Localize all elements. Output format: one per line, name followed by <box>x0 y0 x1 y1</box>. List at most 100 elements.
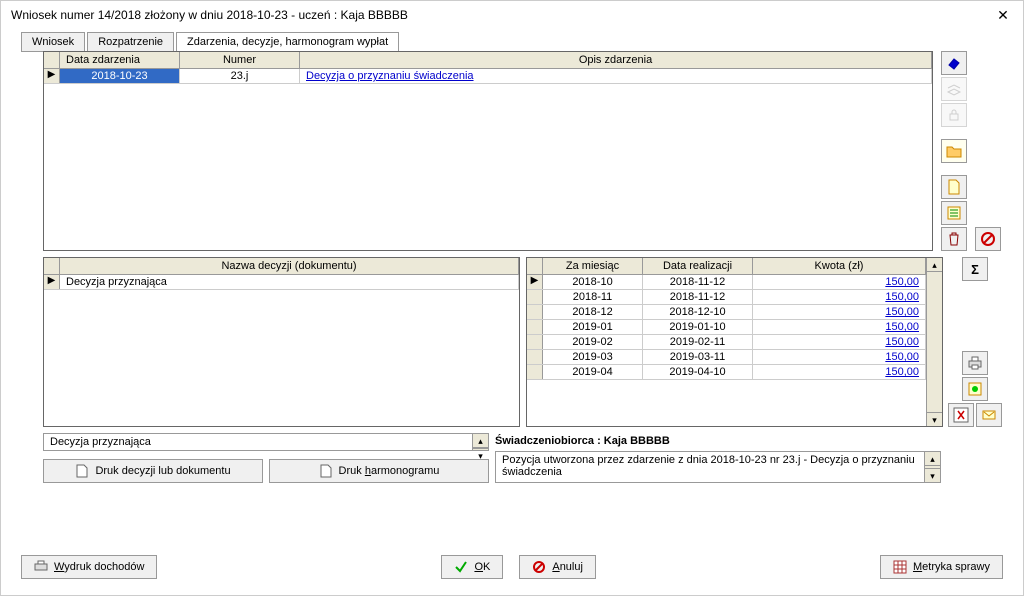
decision-row[interactable]: ▶ Decyzja przyznająca <box>44 275 519 290</box>
decisions-grid[interactable]: Nazwa decyzji (dokumentu) ▶ Decyzja przy… <box>43 257 520 427</box>
schedule-amount[interactable]: 150,00 <box>753 290 926 304</box>
schedule-grid[interactable]: Za miesiąc Data realizacji Kwota (zł) ▶2… <box>526 257 943 427</box>
lock-icon <box>941 103 967 127</box>
document-icon <box>319 464 333 478</box>
print-decision-button[interactable]: Druk decyzji lub dokumentu <box>43 459 263 483</box>
case-metric-button[interactable]: Metryka sprawy <box>880 555 1003 579</box>
delete-icon[interactable] <box>941 227 967 251</box>
schedule-row[interactable]: 2019-042019-04-10150,00 <box>527 365 926 380</box>
position-description-box[interactable]: Pozycja utworzona przez zdarzenie z dnia… <box>495 451 941 483</box>
schedule-amount[interactable]: 150,00 <box>753 365 926 379</box>
scroll-up-icon[interactable]: ▴ <box>473 434 488 448</box>
close-button[interactable]: ✕ <box>993 5 1013 25</box>
forbidden-icon <box>532 560 546 574</box>
schedule-toolbar: Σ <box>947 257 1003 427</box>
new-page-icon[interactable] <box>941 175 967 199</box>
event-desc-link[interactable]: Decyzja o przyznaniu świadczenia <box>300 69 932 83</box>
schedule-amount[interactable]: 150,00 <box>753 275 926 289</box>
footer-buttons: Wydruk dochodów OK Anuluj Metryka sprawy <box>1 547 1023 595</box>
printer-icon <box>34 560 48 574</box>
schedule-date: 2019-02-11 <box>643 335 753 349</box>
eraser-icon[interactable] <box>941 51 967 75</box>
export-icon[interactable] <box>962 377 988 401</box>
schedule-date: 2019-03-11 <box>643 350 753 364</box>
scroll-up-icon[interactable]: ▴ <box>925 452 940 466</box>
schedule-amount[interactable]: 150,00 <box>753 350 926 364</box>
events-toolbar-col2 <box>973 51 1003 251</box>
excel-icon[interactable] <box>948 403 974 427</box>
col-nazwa-decyzji[interactable]: Nazwa decyzji (dokumentu) <box>60 258 519 274</box>
events-grid[interactable]: Data zdarzenia Numer Opis zdarzenia ▶ 20… <box>43 51 933 251</box>
send-icon[interactable] <box>976 403 1002 427</box>
row-indicator-icon <box>527 320 543 334</box>
grid-icon <box>893 560 907 574</box>
col-za-miesiac[interactable]: Za miesiąc <box>543 258 643 274</box>
ok-button[interactable]: OK <box>441 555 503 579</box>
schedule-scrollbar[interactable]: ▴ ▾ <box>926 258 942 426</box>
schedule-month: 2019-03 <box>543 350 643 364</box>
application-window: Wniosek numer 14/2018 złożony w dniu 201… <box>0 0 1024 596</box>
textbox-scrollbar[interactable]: ▴ ▾ <box>472 434 488 450</box>
window-title: Wniosek numer 14/2018 złożony w dniu 201… <box>11 8 408 22</box>
schedule-date: 2018-11-12 <box>643 275 753 289</box>
schedule-row[interactable]: 2019-012019-01-10150,00 <box>527 320 926 335</box>
col-data-zdarzenia[interactable]: Data zdarzenia <box>60 52 180 68</box>
beneficiary-label: Świadczeniobiorca : Kaja BBBBB <box>495 433 941 449</box>
scroll-down-icon[interactable]: ▾ <box>473 448 488 462</box>
stack-icon <box>941 77 967 101</box>
scroll-down-icon[interactable]: ▾ <box>927 412 942 426</box>
tab-bar: Wniosek Rozpatrzenie Zdarzenia, decyzje,… <box>1 29 1023 51</box>
forbidden-icon[interactable] <box>975 227 1001 251</box>
row-indicator-icon <box>527 290 543 304</box>
schedule-month: 2018-12 <box>543 305 643 319</box>
row-indicator-icon: ▶ <box>527 275 543 289</box>
schedule-row[interactable]: 2019-022019-02-11150,00 <box>527 335 926 350</box>
tab-rozpatrzenie[interactable]: Rozpatrzenie <box>87 32 174 52</box>
col-kwota[interactable]: Kwota (zł) <box>753 258 926 274</box>
print-schedule-button[interactable]: Druk harmonogramu <box>269 459 489 483</box>
schedule-row[interactable]: ▶2018-102018-11-12150,00 <box>527 275 926 290</box>
schedule-month: 2019-01 <box>543 320 643 334</box>
schedule-amount[interactable]: 150,00 <box>753 320 926 334</box>
col-data-realizacji[interactable]: Data realizacji <box>643 258 753 274</box>
row-indicator-icon <box>527 365 543 379</box>
col-opis[interactable]: Opis zdarzenia <box>300 52 932 68</box>
row-indicator-icon <box>527 350 543 364</box>
schedule-date: 2019-01-10 <box>643 320 753 334</box>
row-indicator-icon <box>527 305 543 319</box>
folder-icon[interactable] <box>941 139 967 163</box>
event-number: 23.j <box>180 69 300 83</box>
row-indicator-icon: ▶ <box>44 69 60 83</box>
schedule-amount[interactable]: 150,00 <box>753 305 926 319</box>
schedule-date: 2019-04-10 <box>643 365 753 379</box>
tab-zdarzenia[interactable]: Zdarzenia, decyzje, harmonogram wypłat <box>176 32 399 52</box>
schedule-month: 2018-10 <box>543 275 643 289</box>
scroll-down-icon[interactable]: ▾ <box>925 468 940 482</box>
decision-description-text: Decyzja przyznająca <box>50 436 151 448</box>
decision-name: Decyzja przyznająca <box>60 275 519 289</box>
schedule-month: 2019-04 <box>543 365 643 379</box>
schedule-month: 2018-11 <box>543 290 643 304</box>
scroll-up-icon[interactable]: ▴ <box>927 258 942 272</box>
schedule-row[interactable]: 2018-112018-11-12150,00 <box>527 290 926 305</box>
content-area: Data zdarzenia Numer Opis zdarzenia ▶ 20… <box>21 51 1003 537</box>
schedule-row[interactable]: 2019-032019-03-11150,00 <box>527 350 926 365</box>
position-description-text: Pozycja utworzona przez zdarzenie z dnia… <box>502 454 915 478</box>
events-toolbar <box>939 51 969 251</box>
document-icon <box>75 464 89 478</box>
printer-icon[interactable] <box>962 351 988 375</box>
tab-wniosek[interactable]: Wniosek <box>21 32 85 52</box>
col-numer[interactable]: Numer <box>180 52 300 68</box>
check-icon <box>454 560 468 574</box>
schedule-row[interactable]: 2018-122018-12-10150,00 <box>527 305 926 320</box>
event-row[interactable]: ▶ 2018-10-23 23.j Decyzja o przyznaniu ś… <box>44 69 932 84</box>
schedule-date: 2018-12-10 <box>643 305 753 319</box>
row-indicator-icon <box>527 335 543 349</box>
cancel-button[interactable]: Anuluj <box>519 555 596 579</box>
decision-description-box[interactable]: Decyzja przyznająca ▴ ▾ <box>43 433 489 451</box>
textbox-scrollbar[interactable]: ▴ ▾ <box>924 452 940 482</box>
schedule-amount[interactable]: 150,00 <box>753 335 926 349</box>
sum-icon[interactable]: Σ <box>962 257 988 281</box>
print-income-button[interactable]: Wydruk dochodów <box>21 555 157 579</box>
properties-icon[interactable] <box>941 201 967 225</box>
